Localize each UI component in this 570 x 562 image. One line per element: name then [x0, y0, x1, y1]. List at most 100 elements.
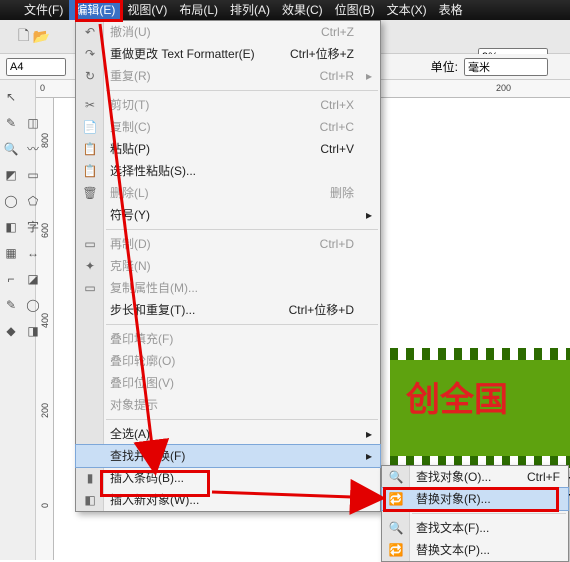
menu-item-shortcut: Ctrl+V	[320, 138, 354, 160]
submenu-arrow-icon: ▸	[366, 204, 372, 226]
pick-tool-icon[interactable]: ↖	[2, 88, 20, 106]
edit-menu-item: 对象提示	[76, 394, 380, 416]
menu-effects[interactable]: 效果(C)	[276, 0, 329, 20]
menu-item-shortcut: Ctrl+位移+Z	[290, 43, 354, 65]
ellipse-tool-icon[interactable]: ◯	[2, 192, 20, 210]
menu-item-icon: 📄	[82, 119, 98, 135]
menu-item-shortcut: Ctrl+R	[320, 65, 354, 87]
menu-item-icon: ↶	[82, 24, 98, 40]
edit-menu-item[interactable]: 查找并替换(F) ▸	[76, 445, 380, 467]
menu-item-label: 叠印轮廓(O)	[110, 354, 175, 368]
submenu-item-icon: 🔁	[388, 542, 404, 558]
edit-menu-item: ▭ 再制(D) Ctrl+D	[76, 233, 380, 255]
menu-edit[interactable]: 编辑(E)	[69, 0, 121, 20]
submenu-item[interactable]: 🔁 替换文本(P)...	[382, 539, 568, 561]
htick: 0	[40, 83, 45, 93]
edit-menu-item[interactable]: 步长和重复(T)... Ctrl+位移+D	[76, 299, 380, 321]
menu-item-shortcut: Ctrl+Z	[321, 21, 354, 43]
edit-menu-item[interactable]: 全选(A)▸	[76, 423, 380, 445]
menu-item-label: 步长和重复(T)...	[110, 303, 195, 317]
smart-fill-icon[interactable]: ◩	[2, 166, 20, 184]
menu-view[interactable]: 视图(V)	[121, 0, 173, 20]
menu-item-label: 查找并替换(F)	[110, 449, 185, 463]
dimension-tool-icon[interactable]: ↔	[24, 244, 42, 262]
menubar: 文件(F) 编辑(E) 视图(V) 布局(L) 排列(A) 效果(C) 位图(B…	[0, 0, 570, 20]
edit-menu-item: 叠印轮廓(O)	[76, 350, 380, 372]
menu-item-label: 剪切(T)	[110, 98, 149, 112]
interactive-tool-icon[interactable]: ◪	[24, 270, 42, 288]
edit-menu-item[interactable]: 符号(Y) ▸	[76, 204, 380, 226]
submenu-arrow-icon: ▸	[366, 65, 372, 87]
menu-item-label: 重复(R)	[110, 69, 151, 83]
menu-item-icon: ▭	[82, 236, 98, 252]
menu-item-icon: ◧	[82, 492, 98, 508]
menu-item-shortcut: Ctrl+X	[320, 94, 354, 116]
menu-item-icon: ✦	[82, 258, 98, 274]
edit-menu-item: ↻ 重复(R) Ctrl+R ▸	[76, 65, 380, 87]
edit-menu-item: 🗑 删除(L) 删除	[76, 182, 380, 204]
interactive-fill-icon[interactable]: ◨	[24, 322, 42, 340]
connector-tool-icon[interactable]: ⌐	[2, 270, 20, 288]
menu-file[interactable]: 文件(F)	[18, 0, 69, 20]
menu-item-label: 对象提示	[110, 398, 158, 412]
submenu-item-label: 替换文本(P)...	[416, 543, 490, 557]
toolbox: ↖ ✎◫ 🔍〰 ◩▭ ◯⬠ ◧字 ▦↔ ⌐◪ ✎◯ ◆◨	[0, 80, 36, 560]
outline-tool-icon[interactable]: ◯	[24, 296, 42, 314]
submenu-item-icon: 🔁	[388, 491, 404, 507]
rectangle-tool-icon[interactable]: ▭	[24, 166, 42, 184]
edit-menu-item: 📄复制(C)Ctrl+C	[76, 116, 380, 138]
open-doc-icon[interactable]: 📂	[33, 28, 50, 45]
edit-menu-item[interactable]: ◧插入新对象(W)...	[76, 489, 380, 511]
menu-item-icon: ✂	[82, 97, 98, 113]
menu-item-icon: 📋	[82, 141, 98, 157]
edit-menu-item: ▭复制属性自(M)...	[76, 277, 380, 299]
menu-item-label: 删除(L)	[110, 186, 149, 200]
new-doc-icon[interactable]: 🗋	[18, 25, 29, 49]
menu-item-icon: ▮	[82, 470, 98, 486]
submenu-item[interactable]: 🔍查找对象(O)...Ctrl+F	[382, 466, 568, 488]
menu-table[interactable]: 表格	[433, 0, 469, 20]
zoom-tool-icon[interactable]: 🔍	[2, 140, 20, 158]
menu-item-label: 撤消(U)	[110, 25, 151, 39]
crop-tool-icon[interactable]: ◫	[24, 114, 42, 132]
polygon-tool-icon[interactable]: ⬠	[24, 192, 42, 210]
fill-tool-icon[interactable]: ◆	[2, 322, 20, 340]
menu-text[interactable]: 文本(X)	[381, 0, 433, 20]
menu-item-shortcut: 删除	[330, 182, 354, 204]
edit-menu-item[interactable]: ▮插入条码(B)...	[76, 467, 380, 489]
menu-item-label: 选择性粘贴(S)...	[110, 164, 196, 178]
menu-item-label: 复制(C)	[110, 120, 151, 134]
bg-banner: 创全国	[390, 348, 570, 468]
text-tool-icon[interactable]: 字	[24, 218, 42, 236]
edit-menu-item[interactable]: ↷重做更改 Text Formatter(E)Ctrl+位移+Z	[76, 43, 380, 65]
menu-item-label: 再制(D)	[110, 237, 151, 251]
menu-item-shortcut: Ctrl+D	[320, 233, 354, 255]
menu-item-label: 复制属性自(M)...	[110, 281, 198, 295]
submenu-item[interactable]: 🔍查找文本(F)...	[382, 517, 568, 539]
eyedropper-tool-icon[interactable]: ✎	[2, 296, 20, 314]
menu-item-label: 叠印位图(V)	[110, 376, 174, 390]
table-tool-icon[interactable]: ▦	[2, 244, 20, 262]
menu-item-label: 重做更改 Text Formatter(E)	[110, 47, 255, 61]
menu-item-label: 符号(Y)	[110, 208, 150, 222]
submenu-arrow-icon: ▸	[366, 445, 372, 467]
freehand-tool-icon[interactable]: 〰	[24, 140, 42, 158]
paper-size-combo[interactable]	[6, 58, 66, 76]
bg-headline: 创全国	[406, 372, 508, 421]
menu-bitmap[interactable]: 位图(B)	[329, 0, 381, 20]
basic-shapes-icon[interactable]: ◧	[2, 218, 20, 236]
submenu-arrow-icon: ▸	[366, 423, 372, 445]
unit-combo[interactable]	[464, 58, 548, 76]
vtick: 200	[40, 403, 50, 418]
menu-arrange[interactable]: 排列(A)	[224, 0, 276, 20]
submenu-item[interactable]: 🔁替换对象(R)...	[382, 488, 568, 510]
edit-menu-item[interactable]: 📋选择性粘贴(S)...	[76, 160, 380, 182]
shape-tool-icon[interactable]: ✎	[2, 114, 20, 132]
edit-menu-item[interactable]: 📋粘贴(P)Ctrl+V	[76, 138, 380, 160]
submenu-item-icon: 🔍	[388, 469, 404, 485]
edit-menu-item: ✂ 剪切(T) Ctrl+X	[76, 94, 380, 116]
menu-item-icon: 🗑	[82, 185, 98, 201]
menu-item-icon: ↻	[82, 68, 98, 84]
menu-item-shortcut: Ctrl+位移+D	[289, 299, 354, 321]
menu-layout[interactable]: 布局(L)	[173, 0, 224, 20]
